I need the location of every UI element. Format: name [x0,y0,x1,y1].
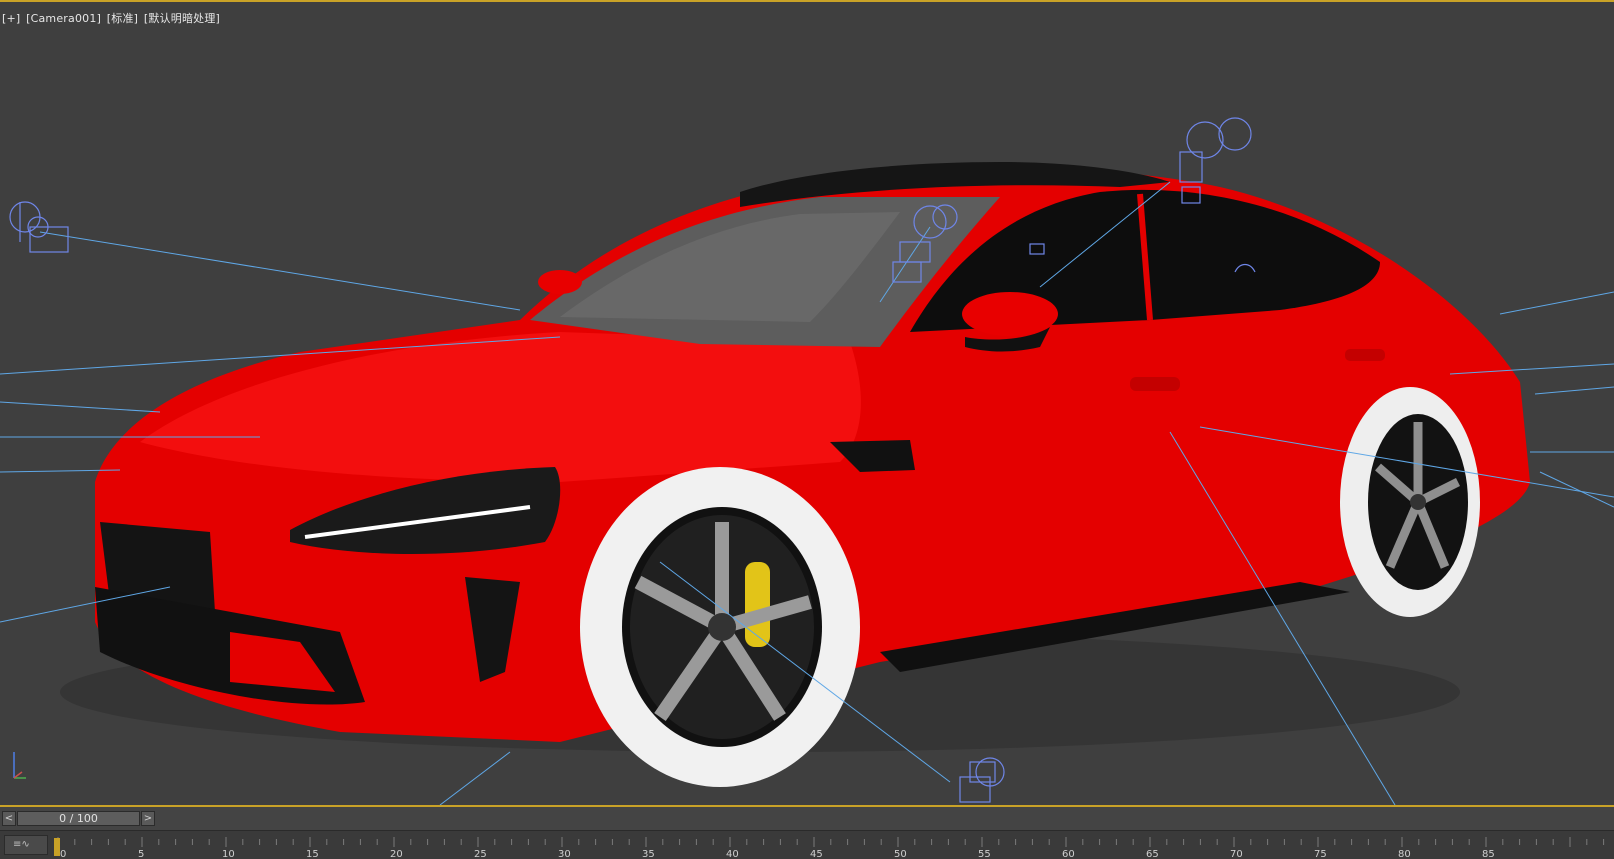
ruler-tick-label: 50 [894,849,907,859]
front-wheel [580,467,860,787]
3d-app-window: [+] [Camera001] [标准] [默认明暗处理] < 0 / 100 … [0,0,1614,859]
axis-tripod-icon [13,752,26,779]
left-mirror [538,270,582,294]
ruler-tick-label: 15 [306,849,319,859]
ruler-tick-label: 55 [978,849,991,859]
track-bar[interactable]: ≡∿ 0 5 10 15 20 25 30 35 40 45 50 55 60 65 70 75 80 85 [0,831,1614,859]
ruler-tick-label: 70 [1230,849,1243,859]
viewport-camera-label[interactable]: [Camera001] [26,12,101,25]
door-handle-rear [1345,349,1385,361]
ruler-tick-label: 30 [558,849,571,859]
current-frame-marker[interactable] [54,838,60,856]
viewport-menu-plus[interactable]: [+] [2,12,20,25]
light-gizmo-bottom [959,757,1005,803]
side-mirror [962,292,1058,336]
camera-viewport[interactable]: [+] [Camera001] [标准] [默认明暗处理] [0,0,1614,807]
ruler-tick-label: 25 [474,849,487,859]
ruler-tick-label: 60 [1062,849,1075,859]
ruler-tick-label: 85 [1482,849,1495,859]
viewport-label[interactable]: [+] [Camera001] [标准] [默认明暗处理] [2,10,222,26]
ruler-tick-label: 80 [1398,849,1411,859]
time-slider[interactable]: 0 / 100 [17,811,140,826]
rear-wheel [1340,387,1480,617]
time-slider-bar: < 0 / 100 > [0,807,1614,831]
ruler-tick-label: 0 [60,849,66,859]
chevron-left-icon[interactable]: < [2,811,16,826]
mini-curve-editor-icon[interactable]: ≡∿ [4,835,48,855]
viewport-standard-label[interactable]: [标准] [107,12,138,25]
ruler-tick-label: 35 [642,849,655,859]
viewport-shading-label[interactable]: [默认明暗处理] [144,12,220,25]
light-gizmo-left [9,201,69,253]
ruler-tick-label: 45 [810,849,823,859]
timeline-ruler[interactable]: 0 5 10 15 20 25 30 35 40 45 50 55 60 65 70 75 80 85 [56,831,1614,859]
ruler-tick-label: 10 [222,849,235,859]
ruler-tick-label: 20 [390,849,403,859]
scene-render [0,117,1614,805]
hood-highlight [140,332,861,482]
ruler-tick-label: 5 [138,849,144,859]
ruler-tick-label: 40 [726,849,739,859]
ruler-tick-label: 65 [1146,849,1159,859]
door-handle-front [1130,377,1180,391]
ruler-tick-label: 75 [1314,849,1327,859]
chevron-right-icon[interactable]: > [141,811,155,826]
